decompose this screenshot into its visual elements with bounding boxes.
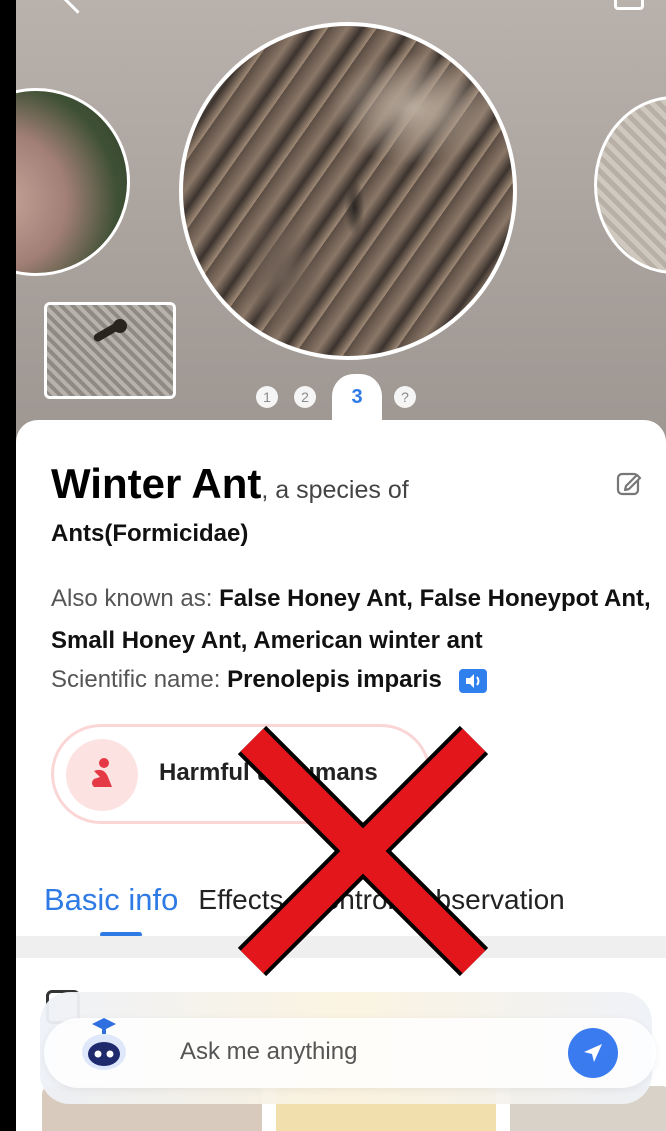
species-name-suffix: , a species of xyxy=(261,476,409,504)
sci-value: Prenolepis imparis xyxy=(227,666,442,693)
photo-carousel-next[interactable] xyxy=(594,96,666,274)
also-known-as: Also known as: False Honey Ant, False Ho… xyxy=(51,578,651,662)
parent-taxon-link[interactable]: Ants(Formicidae) xyxy=(51,520,248,548)
photo-carousel-prev[interactable] xyxy=(16,88,130,276)
speaker-icon[interactable] xyxy=(458,668,487,693)
screen-edge xyxy=(0,0,16,1131)
photo-carousel-current[interactable] xyxy=(179,22,517,360)
back-icon[interactable] xyxy=(61,0,94,14)
title-row: Winter Ant, a species of xyxy=(51,460,611,508)
tab-basic-info[interactable]: Basic info xyxy=(44,882,178,918)
chat-input-placeholder[interactable]: Ask me anything xyxy=(180,1038,357,1066)
send-icon xyxy=(584,1044,602,1062)
bookmark-icon[interactable] xyxy=(614,0,644,10)
user-photo-thumbnail[interactable] xyxy=(44,302,176,399)
species-name: Winter Ant xyxy=(51,460,262,507)
ant-photo-head xyxy=(113,319,127,333)
pager-dot-1[interactable]: 1 xyxy=(256,386,278,408)
pager-dot-2[interactable]: 2 xyxy=(294,386,316,408)
pager-dot-3[interactable]: 3 xyxy=(332,374,382,420)
aka-label: Also known as: xyxy=(51,585,220,612)
red-x-overlay xyxy=(237,725,489,977)
sci-label: Scientific name: xyxy=(51,666,228,693)
photo-pager: 1 2 3 ? xyxy=(256,374,432,420)
scientific-name: Scientific name: Prenolepis imparis xyxy=(51,666,487,694)
send-button[interactable] xyxy=(568,1028,618,1078)
edit-icon[interactable] xyxy=(616,470,642,496)
pager-dot-unknown[interactable]: ? xyxy=(394,386,416,408)
human-harm-icon xyxy=(66,739,138,811)
robot-assistant-icon[interactable] xyxy=(74,1014,136,1076)
ask-assistant-bar[interactable]: Ask me anything xyxy=(44,1018,656,1088)
